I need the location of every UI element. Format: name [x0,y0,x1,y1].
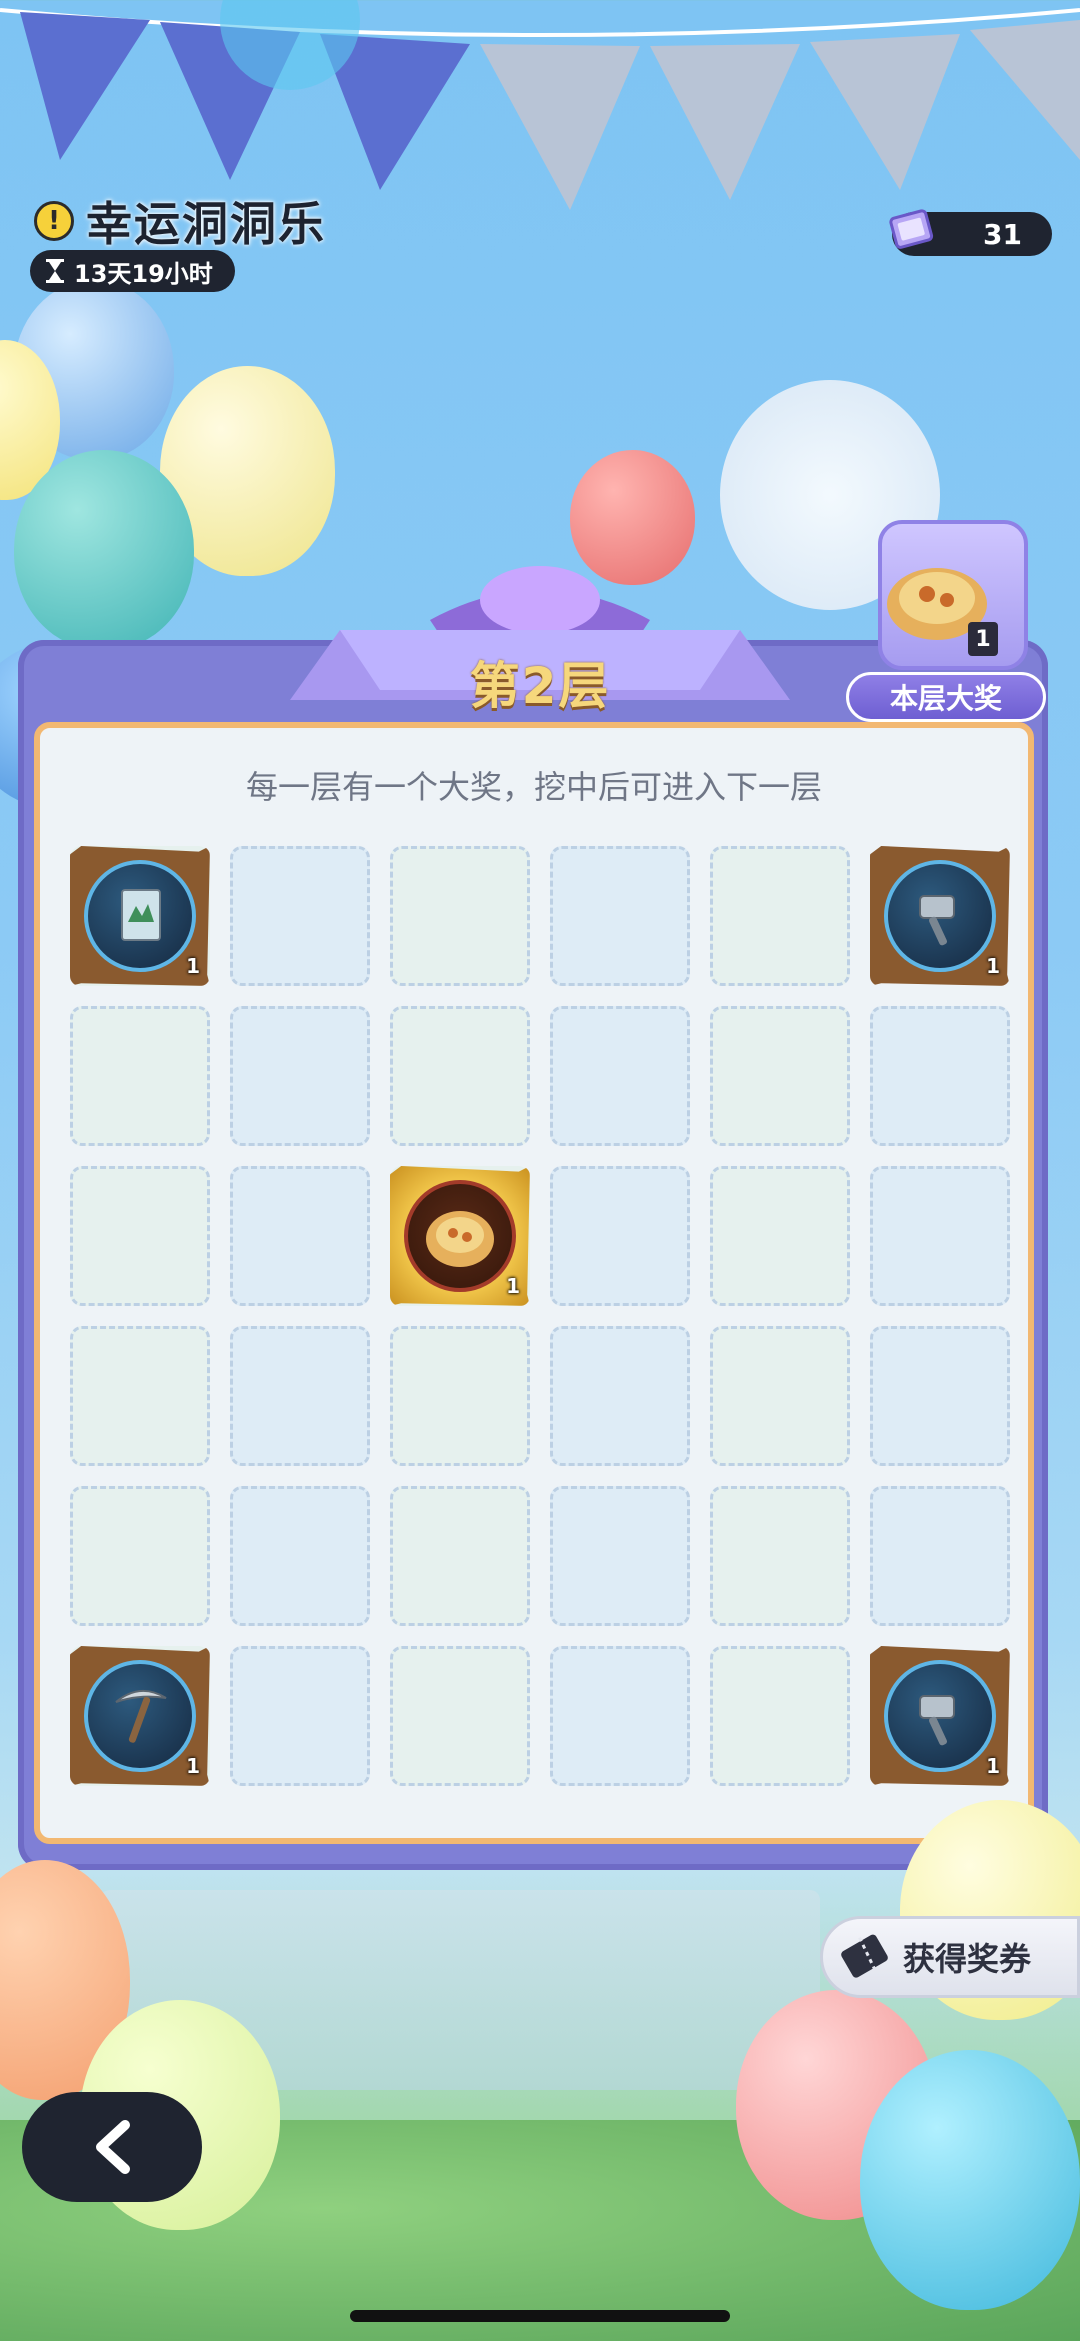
ticket-icon [841,1934,888,1978]
grid-cell-empty[interactable] [230,1006,370,1146]
grid-cell-empty[interactable] [710,1486,850,1626]
grid-cell-pickaxe[interactable]: 1 [70,1646,210,1786]
item-qty: 1 [506,1274,520,1298]
grid-cell-empty[interactable] [550,1486,690,1626]
grand-prize-qty: 1 [968,622,998,656]
grid-cell-empty[interactable] [710,1326,850,1466]
floor-label: 第2层 [469,657,611,715]
page-title: 幸运洞洞乐 [86,197,326,251]
grid-cell-empty[interactable] [870,1006,1010,1146]
grid-cell-empty[interactable] [390,1006,530,1146]
pickaxe-icon [84,1660,196,1772]
scroll-map-icon [84,860,196,972]
grid-cell-empty[interactable] [870,1486,1010,1626]
ticket-counter[interactable]: 31 [889,209,1052,256]
grid-cell-empty[interactable] [710,846,850,986]
grid-cell-hammer[interactable]: 1 [870,846,1010,986]
grid-cell-empty[interactable] [70,1486,210,1626]
item-qty: 1 [186,1754,200,1778]
hammer-icon [884,1660,996,1772]
grid-cell-empty[interactable] [70,1326,210,1466]
ticket-count: 31 [983,217,1022,251]
grid-cell-empty[interactable] [230,1166,370,1306]
grid-cell-empty[interactable] [70,1166,210,1306]
info-icon[interactable]: ! [34,201,74,241]
countdown-text: 13天19小时 [74,259,213,288]
ticket-icon [889,209,934,249]
chevron-left-icon [96,2120,130,2174]
grid-cell-empty[interactable] [390,1326,530,1466]
bunting-decoration [0,0,1080,210]
item-qty: 1 [986,954,1000,978]
dig-grid: 1 1 1 1 1 [70,846,1010,1786]
grid-cell-empty[interactable] [230,1486,370,1626]
dish-icon [404,1180,516,1292]
event-title-row[interactable]: ! 幸运洞洞乐 [34,188,326,254]
grid-cell-scroll-map[interactable]: 1 [70,846,210,986]
get-ticket-label: 获得奖券 [903,1940,1032,1978]
grid-cell-empty[interactable] [390,1646,530,1786]
grid-cell-empty[interactable] [870,1166,1010,1306]
grid-cell-empty[interactable] [390,1486,530,1626]
balloon [14,450,194,650]
grid-cell-empty[interactable] [70,1006,210,1146]
home-indicator [350,2310,730,2322]
countdown-badge: 13天19小时 [30,250,235,292]
grid-cell-empty[interactable] [710,1166,850,1306]
grid-cell-empty[interactable] [550,1006,690,1146]
grid-cell-empty[interactable] [230,1646,370,1786]
grid-cell-empty[interactable] [550,846,690,986]
grid-cell-empty[interactable] [230,1326,370,1466]
get-ticket-button[interactable]: 获得奖券 [820,1916,1080,1998]
grid-cell-empty[interactable] [550,1646,690,1786]
grid-cell-hammer[interactable]: 1 [870,1646,1010,1786]
grid-cell-empty[interactable] [230,846,370,986]
grid-cell-dish[interactable]: 1 [390,1166,530,1306]
back-button[interactable] [22,2092,202,2202]
grid-cell-empty[interactable] [390,846,530,986]
grid-cell-empty[interactable] [710,1006,850,1146]
grid-cell-empty[interactable] [870,1326,1010,1466]
hammer-icon [884,860,996,972]
grand-prize-label: 本层大奖 [846,672,1046,722]
grid-cell-empty[interactable] [550,1326,690,1466]
item-qty: 1 [186,954,200,978]
grid-cell-empty[interactable] [710,1646,850,1786]
hourglass-icon [46,259,64,283]
grid-cell-empty[interactable] [550,1166,690,1306]
board-subtitle: 每一层有一个大奖，挖中后可进入下一层 [245,768,822,806]
balloon [860,2050,1080,2310]
item-qty: 1 [986,1754,1000,1778]
